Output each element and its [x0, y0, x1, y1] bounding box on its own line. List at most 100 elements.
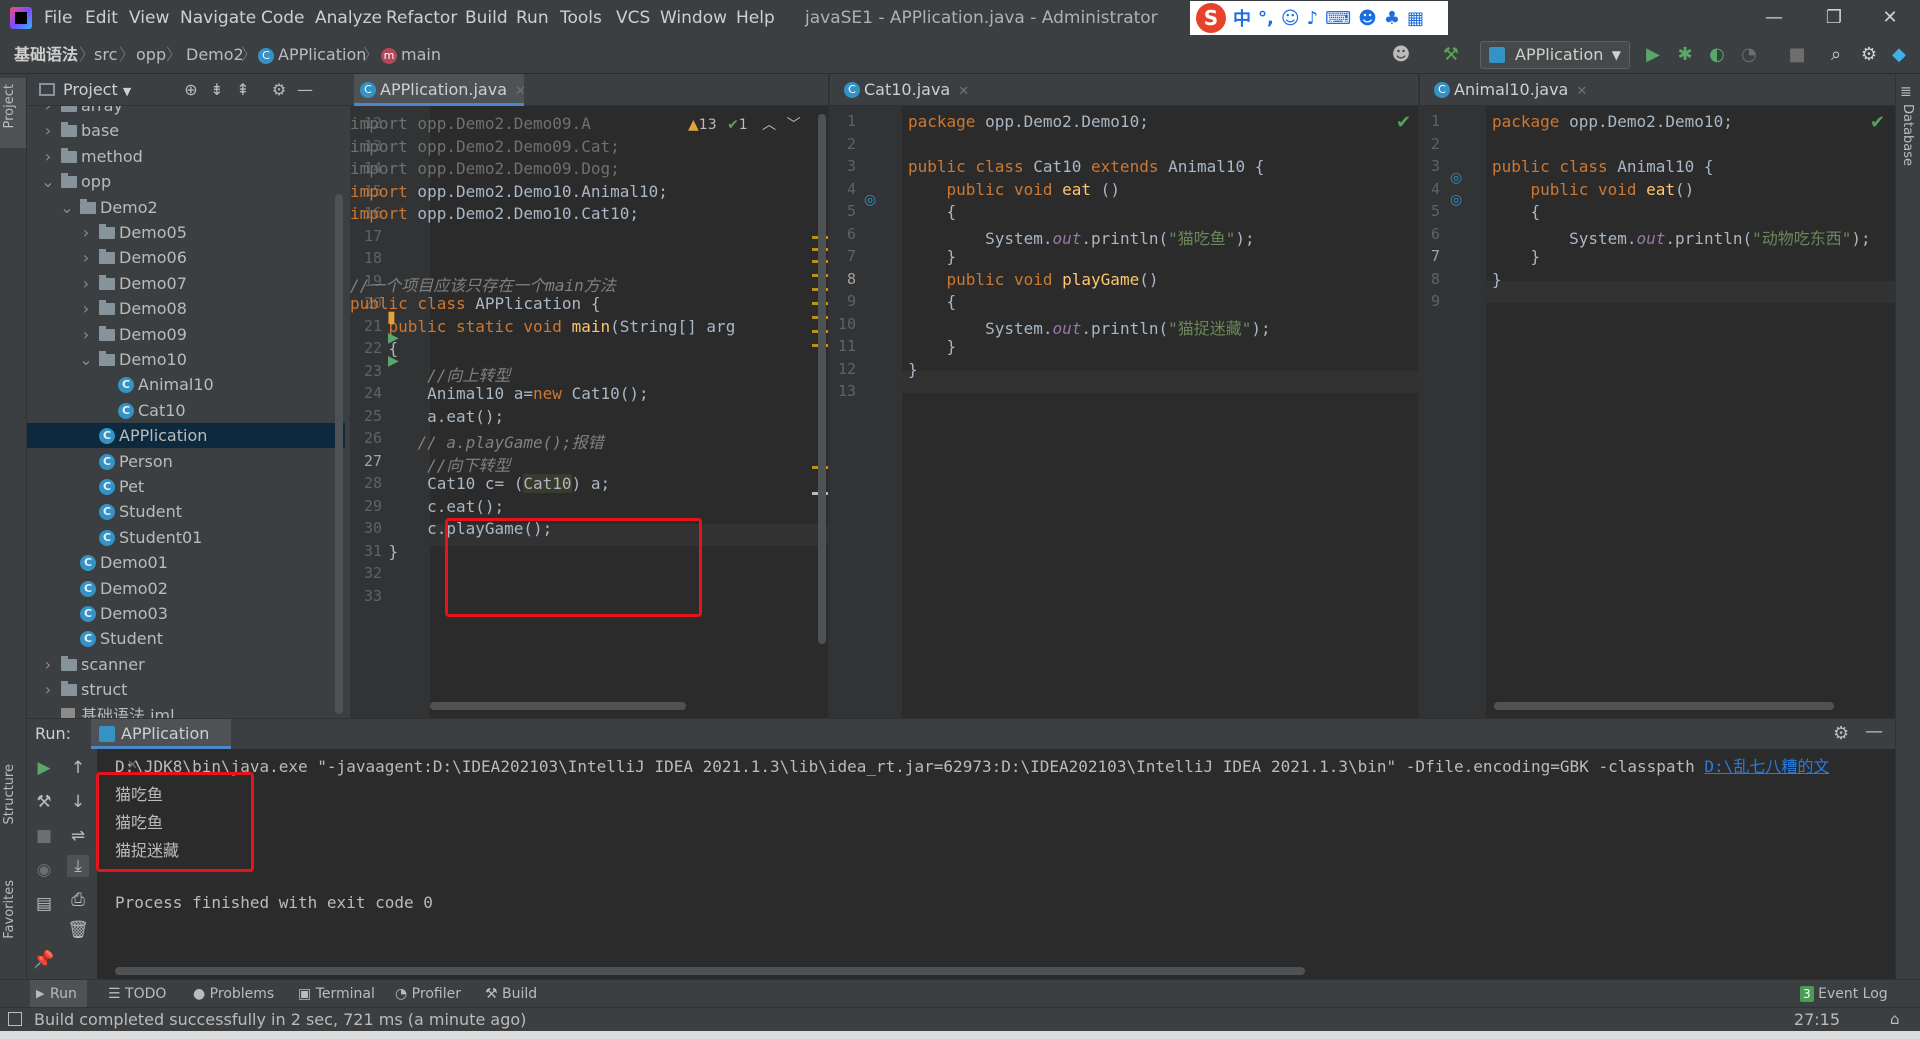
- console-output[interactable]: D:\JDK8\bin\java.exe "-javaagent:D:\IDEA…: [115, 749, 1895, 949]
- lock-icon[interactable]: ⌂: [1890, 1010, 1900, 1028]
- expand-all-icon[interactable]: ⇟: [207, 80, 227, 100]
- user-icon[interactable]: ☻: [1390, 44, 1412, 66]
- grid-icon[interactable]: ▦: [1407, 8, 1424, 29]
- bottom-tab-build[interactable]: ⚒ Build: [485, 980, 537, 1008]
- tree-node-demo06[interactable]: › Demo06: [27, 245, 345, 270]
- chevron-right-icon[interactable]: ›: [79, 296, 93, 321]
- menu-edit[interactable]: Edit: [85, 0, 118, 36]
- tree-node-demo10[interactable]: ⌄ Demo10: [27, 347, 345, 372]
- chevron-right-icon[interactable]: ›: [41, 652, 55, 677]
- tab-animal10-java[interactable]: C Animal10.java ✕: [1428, 74, 1590, 106]
- editor-hscrollbar[interactable]: [430, 702, 686, 710]
- camera-icon[interactable]: ◉: [33, 859, 55, 881]
- classpath-link[interactable]: D:\乱七八糟的文: [1704, 757, 1829, 776]
- overrides-icon[interactable]: ◎: [864, 192, 876, 208]
- run-icon[interactable]: ▶: [1642, 44, 1664, 66]
- chevron-right-icon[interactable]: ›: [41, 106, 55, 118]
- microphone-icon[interactable]: ♪: [1307, 8, 1319, 29]
- tree-node-student01[interactable]: C Student01: [27, 525, 345, 550]
- menu-run[interactable]: Run: [516, 0, 549, 36]
- menu-code[interactable]: Code: [261, 0, 305, 36]
- hide-panel-icon[interactable]: —: [1865, 721, 1883, 742]
- stop-icon[interactable]: ■: [33, 825, 55, 847]
- ime-toolbar[interactable]: S 中 °, ☺ ♪ ⌨ ☻ ♣ ▦: [1190, 1, 1448, 35]
- chevron-down-icon[interactable]: ﹀: [787, 117, 801, 133]
- ime-mode-label[interactable]: 中: [1233, 5, 1251, 31]
- breadcrumb-opp[interactable]: opp: [136, 36, 166, 74]
- tree-node-person[interactable]: C Person: [27, 449, 345, 474]
- editor-hscrollbar[interactable]: [1494, 702, 1834, 710]
- soft-wrap-icon[interactable]: ⇌: [67, 825, 89, 847]
- tree-node-demo2[interactable]: ⌄ Demo2: [27, 195, 345, 220]
- editor-scrollbar[interactable]: [818, 114, 826, 644]
- tree-node-demo09[interactable]: › Demo09: [27, 322, 345, 347]
- event-log-button[interactable]: 3 Event Log: [1800, 980, 1888, 1008]
- stop-icon[interactable]: ■: [1786, 44, 1808, 66]
- chevron-up-icon[interactable]: ︿: [762, 117, 776, 133]
- tree-node-method[interactable]: › method: [27, 144, 345, 169]
- pin-icon[interactable]: 📌: [33, 949, 55, 971]
- breadcrumb-src[interactable]: src: [94, 36, 117, 74]
- menu-navigate[interactable]: Navigate: [180, 0, 256, 36]
- console-hscrollbar[interactable]: [115, 967, 1305, 975]
- breadcrumb-demo2[interactable]: Demo2: [186, 36, 244, 74]
- tree-node-demo01[interactable]: C Demo01: [27, 550, 345, 575]
- locate-icon[interactable]: ⊕: [181, 80, 201, 100]
- coverage-icon[interactable]: ◐: [1706, 44, 1728, 66]
- minimize-icon[interactable]: —: [1746, 0, 1802, 36]
- collapse-all-icon[interactable]: ⇞: [233, 80, 253, 100]
- menu-file[interactable]: File: [44, 0, 72, 36]
- close-icon[interactable]: ✕: [1862, 0, 1918, 36]
- tree-node-animal10[interactable]: C Animal10: [27, 372, 345, 397]
- rerun-icon[interactable]: ▶: [33, 757, 55, 779]
- menu-build[interactable]: Build: [465, 0, 508, 36]
- restore-icon[interactable]: ❐: [1806, 0, 1862, 36]
- chevron-right-icon[interactable]: ›: [41, 677, 55, 702]
- tree-node-cat10[interactable]: C Cat10: [27, 398, 345, 423]
- build-hammer-icon[interactable]: ⚒: [1440, 44, 1462, 66]
- chevron-right-icon[interactable]: ›: [41, 144, 55, 169]
- print-icon[interactable]: ⎙: [67, 889, 89, 911]
- run-tab-application[interactable]: APPlication ✕: [91, 719, 231, 773]
- implemented-icon[interactable]: ◎: [1450, 170, 1462, 186]
- tree-node-scanner[interactable]: › scanner: [27, 652, 345, 677]
- bottom-tab-todo[interactable]: ☰ TODO: [108, 980, 166, 1008]
- tree-node-student[interactable]: C Student: [27, 499, 345, 524]
- bookmark-icon[interactable]: ▮: [387, 307, 396, 326]
- run-gutter-icon[interactable]: ▶: [388, 330, 399, 346]
- chevron-down-icon[interactable]: ⌄: [60, 195, 74, 220]
- editor-cat10[interactable]: C Cat10.java ✕ 1 2 3 4 5 6 7 8 9 10 11 12 13 package o…: [830, 74, 1418, 718]
- inspection-widget[interactable]: ▲13 ✔1 ︿ ﹀: [688, 114, 828, 136]
- tree-node--iml[interactable]: 基础语法.iml: [27, 703, 345, 718]
- close-tab-icon[interactable]: ✕: [1576, 84, 1587, 99]
- tree-node-pet[interactable]: C Pet: [27, 474, 345, 499]
- user-icon[interactable]: ☻: [1358, 8, 1377, 29]
- tree-node-demo07[interactable]: › Demo07: [27, 271, 345, 296]
- tree-node-array[interactable]: › array: [27, 106, 345, 118]
- gear-icon[interactable]: ⚙: [1833, 723, 1849, 744]
- emoji-icon[interactable]: ☺: [1281, 8, 1300, 29]
- menu-tools[interactable]: Tools: [560, 0, 602, 36]
- search-icon[interactable]: ⌕: [1825, 44, 1847, 66]
- database-stripe-button[interactable]: Database: [1900, 104, 1915, 166]
- scroll-down-icon[interactable]: ↓: [67, 791, 89, 813]
- tree-node-demo03[interactable]: C Demo03: [27, 601, 345, 626]
- menu-refactor[interactable]: Refactor: [386, 0, 457, 36]
- bottom-tab-problems[interactable]: ● Problems: [193, 980, 274, 1008]
- overridden-icon[interactable]: ◎: [1450, 192, 1462, 208]
- chevron-right-icon[interactable]: ›: [79, 322, 93, 347]
- hide-panel-icon[interactable]: —: [295, 80, 315, 100]
- profile-icon[interactable]: ◔: [1738, 44, 1760, 66]
- bottom-tab-run[interactable]: ▶ Run: [30, 980, 87, 1008]
- tree-node-application[interactable]: C APPlication: [27, 423, 345, 449]
- editor-application[interactable]: C APPlication.java ✕ ▲13 ✔1 ︿ ﹀ 12 13 14 15 16…: [350, 74, 828, 718]
- chevron-right-icon[interactable]: ›: [41, 118, 55, 143]
- scroll-up-icon[interactable]: ↑: [67, 757, 89, 779]
- tree-node-student[interactable]: C Student: [27, 626, 345, 651]
- project-view-select[interactable]: Project ▼: [63, 74, 131, 108]
- run-gutter-icon[interactable]: ▶: [388, 353, 399, 369]
- breadcrumb-application[interactable]: C APPlication: [258, 36, 366, 74]
- gear-icon[interactable]: ⚙: [1858, 44, 1880, 66]
- chevron-right-icon[interactable]: ›: [79, 271, 93, 296]
- menu-window[interactable]: Window: [660, 0, 727, 36]
